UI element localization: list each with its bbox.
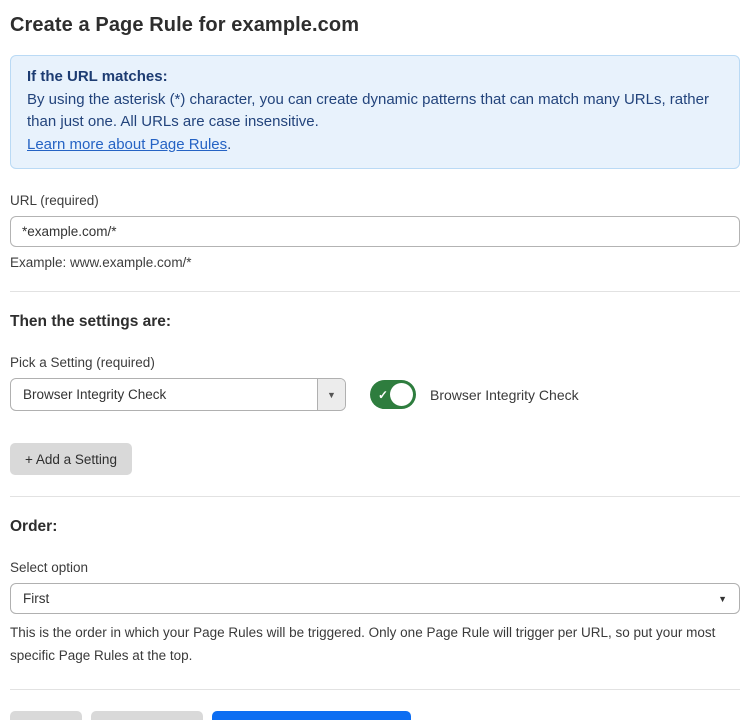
- order-select[interactable]: First ▼: [10, 583, 740, 614]
- setting-dropdown[interactable]: Browser Integrity Check ▼: [10, 378, 346, 411]
- footer-buttons: Cancel Save as Draft Save and Deploy Pag…: [10, 711, 740, 720]
- page-rule-form: Create a Page Rule for example.com If th…: [0, 0, 750, 720]
- learn-more-link[interactable]: Learn more about Page Rules: [27, 136, 227, 153]
- url-input[interactable]: [10, 216, 740, 247]
- order-section-heading: Order:: [10, 518, 740, 536]
- divider: [10, 291, 740, 292]
- url-example-helper: Example: www.example.com/*: [10, 255, 740, 270]
- toggle-knob: [390, 383, 413, 406]
- toggle-label: Browser Integrity Check: [430, 387, 579, 403]
- toggle-group: ✓ Browser Integrity Check: [370, 380, 579, 409]
- save-deploy-button[interactable]: Save and Deploy Page Rule: [212, 711, 412, 720]
- chevron-down-icon: ▼: [327, 390, 336, 400]
- info-box-heading: If the URL matches:: [27, 66, 723, 89]
- url-match-info-box: If the URL matches: By using the asteris…: [10, 55, 740, 169]
- order-helper-text: This is the order in which your Page Rul…: [10, 622, 740, 668]
- settings-section-heading: Then the settings are:: [10, 313, 740, 331]
- add-setting-button[interactable]: + Add a Setting: [10, 443, 132, 475]
- info-box-link-line: Learn more about Page Rules.: [27, 134, 723, 157]
- divider: [10, 689, 740, 690]
- browser-integrity-toggle[interactable]: ✓: [370, 380, 416, 409]
- save-draft-button[interactable]: Save as Draft: [91, 711, 203, 720]
- pick-setting-label: Pick a Setting (required): [10, 355, 740, 370]
- page-title: Create a Page Rule for example.com: [10, 14, 740, 37]
- divider: [10, 496, 740, 497]
- info-box-body: By using the asterisk (*) character, you…: [27, 89, 723, 134]
- order-select-value: First: [23, 591, 49, 606]
- chevron-down-icon: ▼: [718, 594, 727, 604]
- dropdown-arrow-button[interactable]: ▼: [317, 379, 345, 410]
- cancel-button[interactable]: Cancel: [10, 711, 82, 720]
- link-suffix: .: [227, 136, 231, 153]
- check-icon: ✓: [378, 388, 388, 402]
- url-field-label: URL (required): [10, 193, 740, 208]
- setting-row: Browser Integrity Check ▼ ✓ Browser Inte…: [10, 378, 740, 411]
- setting-dropdown-value: Browser Integrity Check: [11, 379, 317, 410]
- order-select-label: Select option: [10, 560, 740, 575]
